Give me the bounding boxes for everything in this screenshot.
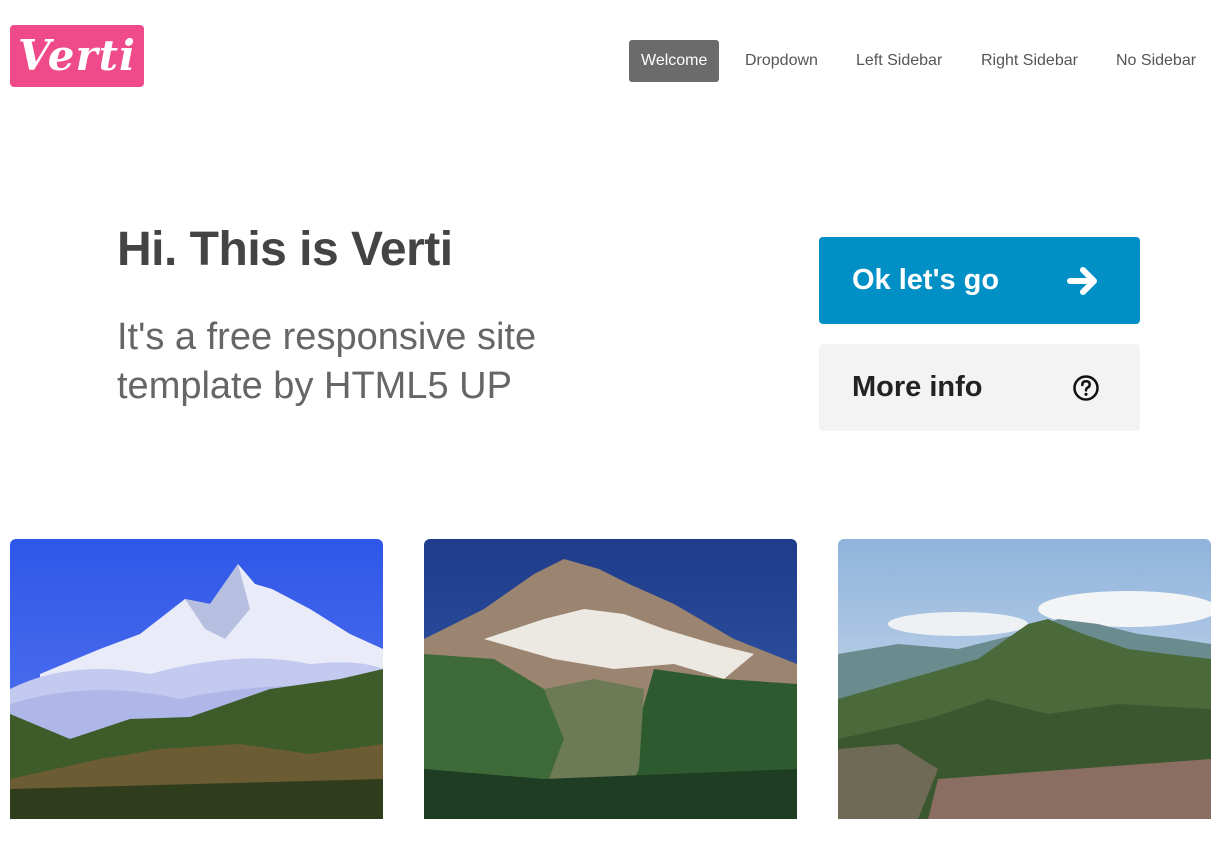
more-info-button[interactable]: More info [819, 344, 1140, 431]
question-circle-icon [1072, 374, 1100, 402]
more-info-label: More info [852, 371, 983, 403]
nav-item-left-sidebar[interactable]: Left Sidebar [856, 40, 942, 82]
green-mountain-ridge-photo[interactable] [838, 539, 1211, 819]
hero-subtitle: It's a free responsive site template by … [117, 313, 637, 411]
nav-item-no-sidebar[interactable]: No Sidebar [1116, 40, 1196, 82]
snowy-peak-over-clouds-photo[interactable] [10, 539, 383, 819]
main-nav: Welcome Dropdown Left Sidebar Right Side… [0, 40, 1222, 82]
volcanic-mountain-forest-photo[interactable] [424, 539, 797, 819]
arrow-right-icon [1066, 264, 1100, 298]
nav-item-right-sidebar[interactable]: Right Sidebar [981, 40, 1078, 82]
nav-item-welcome[interactable]: Welcome [629, 40, 720, 82]
hero-subtitle-line1: It's a free responsive site [117, 316, 537, 358]
hero-title: Hi. This is Verti [117, 223, 453, 276]
nav-item-dropdown[interactable]: Dropdown [745, 40, 818, 82]
hero-subtitle-line2: template by HTML5 UP [117, 365, 512, 407]
ok-lets-go-button[interactable]: Ok let's go [819, 237, 1140, 324]
ok-lets-go-label: Ok let's go [852, 264, 1000, 296]
